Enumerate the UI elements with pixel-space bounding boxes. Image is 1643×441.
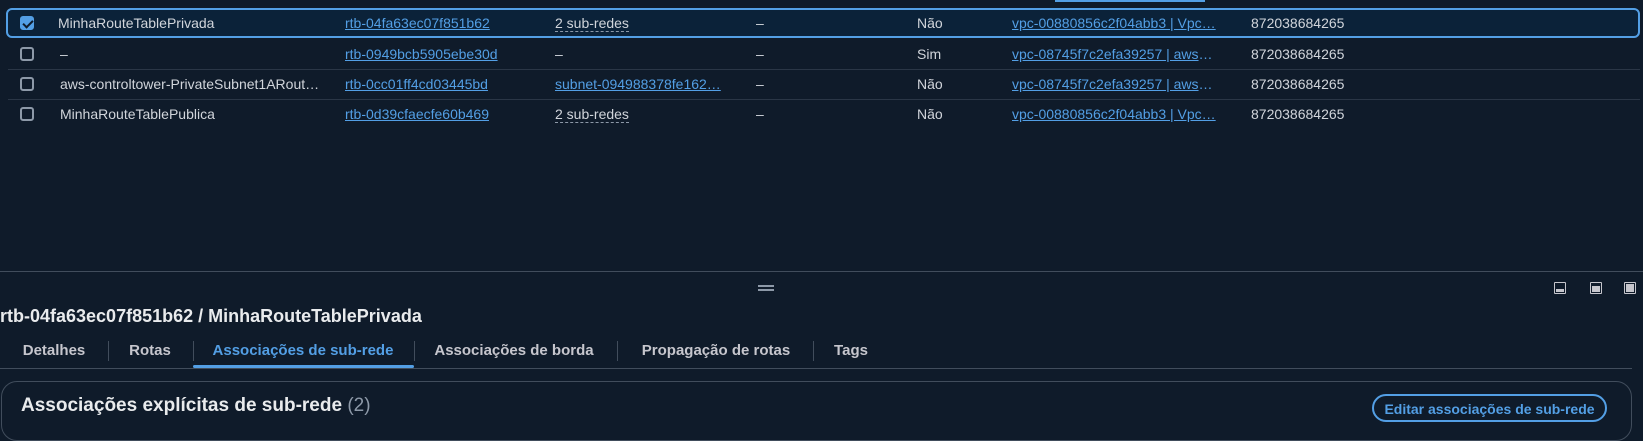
detail-tabs: Detalhes Rotas Associações de sub-rede A… [0, 336, 1643, 369]
edit-subnet-associations-button[interactable]: Editar associações de sub-rede [1372, 394, 1607, 422]
tab-separator [813, 341, 814, 361]
table-row[interactable]: MinhaRouteTablePublica rtb-0d39cfaecfe60… [8, 99, 1640, 129]
cell-route-table-id[interactable]: rtb-04fa63ec07f851b62 [345, 15, 535, 31]
cell-name: aws-controltower-PrivateSubnet1ARout… [60, 76, 320, 92]
resize-handle-icon[interactable] [758, 285, 774, 291]
tab-detalhes[interactable]: Detalhes [20, 336, 88, 366]
cell-name: – [60, 46, 68, 62]
tab-rotas[interactable]: Rotas [126, 336, 174, 366]
checkbox-icon[interactable] [20, 107, 34, 121]
card-title-text: Associações explícitas de sub-rede [21, 395, 343, 416]
cell-main: Não [917, 106, 943, 122]
cell-owner-id: 872038684265 [1251, 15, 1345, 31]
tab-tags[interactable]: Tags [829, 336, 873, 366]
cell-route-table-id[interactable]: rtb-0cc01ff4cd03445bd [345, 76, 535, 92]
cell-edge-associations: – [756, 106, 764, 122]
cell-edge-associations: – [756, 46, 764, 62]
cell-edge-associations: – [756, 15, 764, 31]
panel-split-icon[interactable] [1590, 282, 1602, 294]
cell-subnet-associations[interactable]: 2 sub-redes [555, 15, 629, 32]
tab-separator [193, 341, 194, 361]
prev-row-clip [1055, 0, 1205, 2]
cell-vpc[interactable]: vpc-00880856c2f04abb3 | Vpc… [1012, 15, 1217, 31]
cell-main: Não [917, 76, 943, 92]
cell-owner-id: 872038684265 [1251, 46, 1345, 62]
cell-owner-id: 872038684265 [1251, 106, 1345, 122]
panel-bottom-icon[interactable] [1554, 282, 1566, 294]
cell-main: Sim [917, 46, 942, 62]
cell-subnet-associations[interactable]: 2 sub-redes [555, 106, 629, 123]
split-panel-divider [0, 271, 1643, 272]
tab-associacoes-sub-rede[interactable]: Associações de sub-rede [207, 336, 399, 366]
card-count: (2) [347, 395, 371, 416]
cell-name: MinhaRouteTablePrivada [58, 15, 215, 31]
panel-full-icon[interactable] [1624, 282, 1636, 294]
cell-name: MinhaRouteTablePublica [60, 106, 215, 122]
checkbox-icon[interactable] [20, 16, 34, 30]
detail-title: rtb-04fa63ec07f851b62 / MinhaRouteTableP… [0, 306, 422, 326]
table-row[interactable]: MinhaRouteTablePrivada rtb-04fa63ec07f85… [6, 8, 1640, 38]
cell-owner-id: 872038684265 [1251, 76, 1345, 92]
checkbox-icon[interactable] [20, 77, 34, 91]
table-row[interactable]: – rtb-0949bcb5905ebe30d – – Sim vpc-0874… [8, 39, 1640, 70]
cell-edge-associations: – [756, 76, 764, 92]
cell-vpc[interactable]: vpc-08745f7c2efa39257 | aws-… [1012, 76, 1217, 92]
card-title: Associações explícitas de sub-rede (2) [21, 395, 371, 417]
cell-vpc[interactable]: vpc-08745f7c2efa39257 | aws-… [1012, 46, 1217, 62]
cell-main: Não [917, 15, 943, 31]
cell-route-table-id[interactable]: rtb-0949bcb5905ebe30d [345, 46, 535, 62]
tab-propagacao-rotas[interactable]: Propagação de rotas [637, 336, 795, 366]
table-row[interactable]: aws-controltower-PrivateSubnet1ARout… rt… [8, 69, 1640, 100]
tabs-baseline [0, 368, 1632, 369]
cell-vpc[interactable]: vpc-00880856c2f04abb3 | Vpc… [1012, 106, 1217, 122]
checkbox-icon[interactable] [20, 47, 34, 61]
tab-separator [108, 341, 109, 361]
tab-separator [414, 341, 415, 361]
tab-associacoes-borda[interactable]: Associações de borda [431, 336, 597, 366]
cell-route-table-id[interactable]: rtb-0d39cfaecfe60b469 [345, 106, 535, 122]
cell-subnet-associations: – [555, 46, 563, 62]
tab-separator [617, 341, 618, 361]
cell-subnet-associations[interactable]: subnet-094988378fe162… [555, 76, 735, 92]
